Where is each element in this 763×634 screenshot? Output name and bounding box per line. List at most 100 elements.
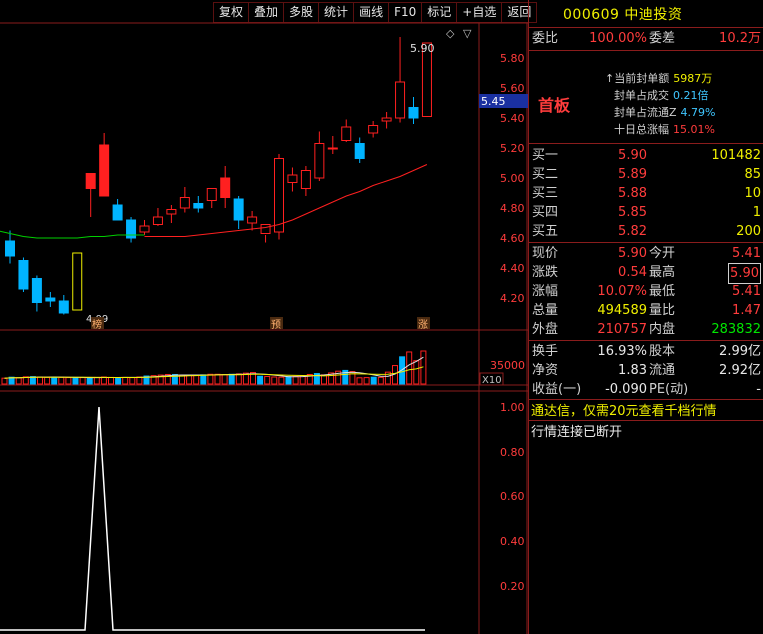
event-tag-bang[interactable]: 榜 xyxy=(92,318,102,331)
candle-body xyxy=(368,125,379,134)
quote-value: 283832 xyxy=(711,322,761,337)
candle-body xyxy=(233,198,244,221)
ma-line-green xyxy=(0,230,145,239)
y-tick: 5.60 xyxy=(500,82,525,95)
fin-row: 净资 1.83 流通 2.92亿 xyxy=(529,361,763,380)
volume-bar xyxy=(86,377,93,385)
candle-body xyxy=(152,216,163,225)
volume-bar xyxy=(79,377,86,385)
quote-value: 5.90 xyxy=(728,263,761,284)
volume-bar xyxy=(58,376,65,385)
bid-row: 买五 5.82 200 xyxy=(529,222,763,241)
weibi-value: 100.00% xyxy=(589,31,647,46)
volume-bar xyxy=(235,373,242,385)
volume-bar xyxy=(278,376,285,385)
volume-bar xyxy=(122,376,129,385)
quote-row: 现价 5.90 今开 5.41 xyxy=(529,244,763,263)
quote-value: 5.41 xyxy=(732,246,761,261)
quote-label: 总量 xyxy=(532,303,559,318)
weicha-value: 10.2万 xyxy=(719,31,761,46)
promo-message[interactable]: 通达信，仅需20元查看千档行情 xyxy=(531,400,717,419)
quote-label: 涨跌 xyxy=(532,265,559,280)
candle-body xyxy=(5,240,15,257)
candle-body xyxy=(274,158,284,233)
seal-value: 4.79% xyxy=(680,106,716,119)
volume-bar xyxy=(363,377,370,385)
ind-tick: 0.60 xyxy=(500,490,525,503)
bid-price: 5.82 xyxy=(618,224,647,239)
volume-bar xyxy=(44,376,51,385)
candle-body xyxy=(287,174,298,183)
candle-body xyxy=(314,143,325,179)
candle-body xyxy=(31,278,42,303)
quote-label: 最低 xyxy=(649,284,676,299)
volume-bar xyxy=(129,377,136,385)
quote-value: 10.07% xyxy=(597,284,647,299)
quote-label: 现价 xyxy=(532,246,559,261)
moving-average-lines xyxy=(0,164,428,239)
candle-body xyxy=(395,81,406,119)
quote-value: 0.54 xyxy=(618,265,647,280)
volume-bar xyxy=(207,373,214,385)
fin-value: 16.93% xyxy=(597,344,647,359)
seal-label: 当前封单额 xyxy=(614,72,670,85)
candle-body xyxy=(408,107,419,119)
chart-area[interactable]: ◇ ▽ 5.80 5.60 5.40 5.20 5.00 4.80 4.60 4… xyxy=(0,0,528,634)
quote-label: 涨幅 xyxy=(532,284,559,299)
volume-tick: 35000 xyxy=(490,359,525,372)
candlestick-series xyxy=(5,37,432,315)
volume-bar xyxy=(356,377,363,385)
fin-label: PE(动) xyxy=(649,382,689,397)
bid-label: 买五 xyxy=(532,224,559,239)
y-tick: 5.20 xyxy=(500,142,525,155)
volume-bar xyxy=(200,374,207,385)
bid-row: 买二 5.89 85 xyxy=(529,165,763,184)
bid-volume: 101482 xyxy=(711,148,761,163)
stock-title[interactable]: 000609 中迪投资 xyxy=(563,4,682,24)
fin-label: 流通 xyxy=(649,363,676,378)
quote-value: 5.90 xyxy=(618,246,647,261)
ind-tick: 0.80 xyxy=(500,446,525,459)
y-tick: 4.40 xyxy=(500,262,525,275)
candle-body xyxy=(381,117,392,122)
y-tick: 5.00 xyxy=(500,172,525,185)
bid-volume: 200 xyxy=(736,224,761,239)
bid-row: 买四 5.85 1 xyxy=(529,203,763,222)
volume-bar xyxy=(51,376,58,385)
current-price-text: 5.45 xyxy=(481,95,506,108)
candle-body xyxy=(354,143,365,159)
quote-label: 量比 xyxy=(649,303,676,318)
candle-body xyxy=(341,126,352,141)
fin-label: 换手 xyxy=(532,344,559,359)
event-tag-yu[interactable]: 预 xyxy=(271,319,281,331)
fin-value: 1.83 xyxy=(618,363,647,378)
seal-label: 十日总涨幅 xyxy=(614,123,669,136)
volume-bar xyxy=(15,377,22,385)
event-tag-zhang[interactable]: 涨 xyxy=(418,319,428,331)
board-status-label: 首板 xyxy=(538,96,571,115)
settings-triangle-icon[interactable]: ▽ xyxy=(463,27,472,40)
y-tick: 5.40 xyxy=(500,112,525,125)
volume-bar xyxy=(65,377,72,385)
volume-bar xyxy=(72,376,79,385)
seal-float-ratio-row: 封单占流通Z 4.79% xyxy=(614,104,716,120)
bid-volume: 10 xyxy=(744,186,761,201)
fin-value: - xyxy=(756,382,761,397)
seal-turnover-ratio-row: 封单占成交 0.21倍 xyxy=(614,87,709,103)
fin-row: 换手 16.93% 股本 2.99亿 xyxy=(529,342,763,361)
quote-row: 外盘 210757 内盘 283832 xyxy=(529,320,763,339)
candle-body xyxy=(45,297,56,302)
bid-label: 买一 xyxy=(532,148,559,163)
quote-value: 494589 xyxy=(597,303,647,318)
candle-body xyxy=(112,204,123,221)
quote-label: 内盘 xyxy=(649,322,676,337)
bid-row: 买三 5.88 10 xyxy=(529,184,763,203)
volume-bar xyxy=(221,374,228,385)
divider xyxy=(529,143,763,144)
candle-body xyxy=(220,177,231,198)
volume-unit: X10 xyxy=(482,375,502,386)
volume-bar xyxy=(108,376,114,385)
diamond-icon[interactable]: ◇ xyxy=(446,27,455,40)
bid-price: 5.88 xyxy=(618,186,647,201)
volume-bar xyxy=(285,376,292,385)
